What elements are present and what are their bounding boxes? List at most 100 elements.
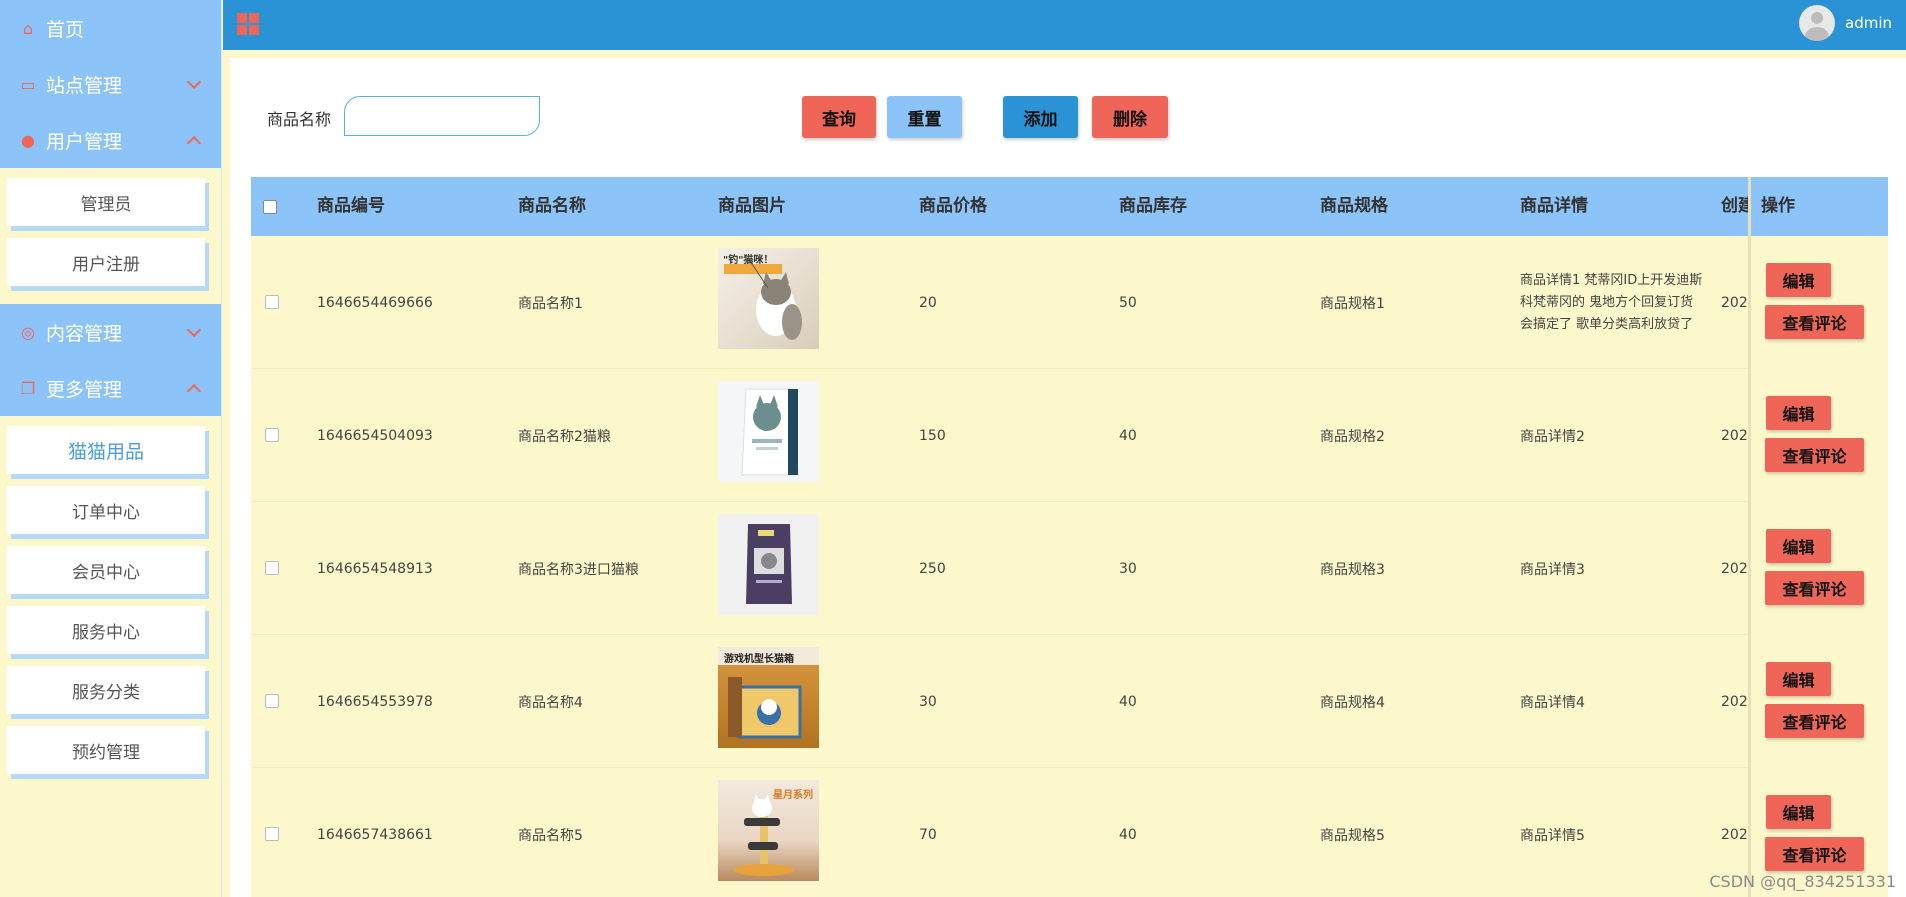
submenu-service-category[interactable]: 服务分类	[7, 666, 205, 714]
cell-spec: 商品规格5	[1320, 827, 1385, 844]
delete-button[interactable]: 删除	[1092, 96, 1168, 138]
edit-button[interactable]: 编辑	[1766, 795, 1831, 829]
menu-content-management[interactable]: ◎ 内容管理	[0, 304, 221, 360]
menu-user-management[interactable]: ● 用户管理	[0, 112, 221, 168]
home-icon: ⌂	[22, 18, 34, 38]
cell-stock: 40	[1119, 826, 1137, 843]
search-label: 商品名称	[267, 110, 332, 129]
cell-id: 1646654553978	[317, 693, 433, 710]
cell-created: 2022-0	[1721, 294, 1751, 311]
sidebar: ⌂ 首页 ▭ 站点管理 ● 用户管理 管理员 用户注册 ◎ 内容管理 ❐ 更多管…	[0, 0, 222, 897]
menu-user-label: 用户管理	[46, 130, 123, 153]
header-product-image: 商品图片	[718, 196, 786, 216]
username: admin	[1845, 14, 1892, 32]
edit-button[interactable]: 编辑	[1766, 529, 1831, 563]
cell-stock: 40	[1119, 427, 1137, 444]
edit-button[interactable]: 编辑	[1766, 662, 1831, 696]
submenu-admin[interactable]: 管理员	[7, 178, 205, 226]
cell-price: 250	[919, 560, 946, 577]
query-button[interactable]: 查询	[802, 96, 876, 138]
chevron-down-icon	[186, 74, 202, 90]
cat-house-image: 游戏机型长猫箱	[718, 647, 819, 748]
cell-id: 1646657438661	[317, 826, 433, 843]
cell-id: 1646654469666	[317, 294, 433, 311]
top-bar: admin	[223, 0, 1906, 50]
menu-home[interactable]: ⌂ 首页	[0, 0, 221, 56]
cell-name: 商品名称1	[518, 295, 583, 312]
header-product-spec[interactable]: 商品规格	[1320, 177, 1388, 236]
chevron-up-icon	[186, 135, 202, 151]
chevron-up-icon	[186, 383, 202, 399]
header-actions: 操作	[1751, 177, 1888, 236]
cell-id: 1646654548913	[317, 560, 433, 577]
header-created-time[interactable]: 创建时	[1721, 177, 1751, 236]
header-product-name[interactable]: 商品名称	[518, 177, 586, 236]
cell-id: 1646654504093	[317, 427, 433, 444]
cell-spec: 商品规格4	[1320, 694, 1385, 711]
select-all-checkbox[interactable]	[263, 200, 277, 214]
cell-stock: 40	[1119, 693, 1137, 710]
submenu-member-center[interactable]: 会员中心	[7, 546, 205, 594]
search-input[interactable]	[344, 96, 540, 136]
view-comments-button[interactable]: 查看评论	[1765, 438, 1864, 472]
row-checkbox[interactable]	[265, 694, 279, 708]
cell-detail: 商品详情3	[1520, 561, 1585, 578]
avatar[interactable]	[1799, 5, 1835, 41]
add-button[interactable]: 添加	[1003, 96, 1078, 138]
table-row: 1646654504093 商品名称2猫粮 150 40 商品规格2 商品详情2…	[251, 369, 1888, 502]
image-caption: 星月系列	[773, 790, 813, 801]
edit-button[interactable]: 编辑	[1766, 263, 1831, 297]
cat-tree-image: 星月系列	[718, 780, 819, 881]
cat-toy-image: "钓"猫咪！	[718, 248, 819, 349]
header-product-price[interactable]: 商品价格	[919, 177, 987, 236]
view-comments-button[interactable]: 查看评论	[1765, 837, 1864, 871]
user-info[interactable]: admin	[1799, 5, 1892, 41]
cell-detail: 商品详情1 梵蒂冈ID上开发迪斯科梵蒂冈的 鬼地方个回复订货会搞定了 歌单分类高…	[1520, 272, 1703, 332]
edit-button[interactable]: 编辑	[1766, 396, 1831, 430]
row-checkbox[interactable]	[265, 428, 279, 442]
user-submenu: 管理员 用户注册	[0, 168, 221, 304]
imported-cat-food-image	[718, 514, 819, 615]
cell-detail: 商品详情5	[1520, 827, 1585, 844]
chat-icon: ◎	[21, 322, 35, 342]
header-product-detail[interactable]: 商品详情	[1520, 177, 1588, 236]
table-row: 1646654553978 商品名称4 游戏机型长猫箱 30 40 商品规格4 …	[251, 635, 1888, 768]
reset-button[interactable]: 重置	[887, 96, 962, 138]
product-table: 商品编号 商品名称 商品图片 商品价格 商品库存 商品规格 商品详情 创建时 1…	[251, 177, 1888, 897]
table-header: 商品编号 商品名称 商品图片 商品价格 商品库存 商品规格 商品详情 创建时	[251, 177, 1888, 236]
cat-food-bag-image	[718, 381, 819, 482]
view-comments-button[interactable]: 查看评论	[1765, 571, 1864, 605]
menu-site-label: 站点管理	[46, 74, 123, 97]
row-checkbox[interactable]	[265, 561, 279, 575]
image-caption: 游戏机型长猫箱	[724, 654, 794, 665]
row-checkbox[interactable]	[265, 295, 279, 309]
menu-site-management[interactable]: ▭ 站点管理	[0, 56, 221, 112]
view-comments-button[interactable]: 查看评论	[1765, 704, 1864, 738]
menu-more-management[interactable]: ❐ 更多管理	[0, 360, 221, 416]
row-checkbox[interactable]	[265, 827, 279, 841]
view-comments-button[interactable]: 查看评论	[1765, 305, 1864, 339]
menu-home-label: 首页	[46, 18, 85, 41]
submenu-appointment[interactable]: 预约管理	[7, 726, 205, 774]
user-icon: ●	[21, 130, 35, 150]
submenu-order-center[interactable]: 订单中心	[7, 486, 205, 534]
cell-name: 商品名称2猫粮	[518, 428, 611, 445]
header-product-id[interactable]: 商品编号	[317, 177, 385, 236]
menu-more-label: 更多管理	[46, 378, 123, 401]
cell-price: 30	[919, 693, 937, 710]
cell-detail: 商品详情2	[1520, 428, 1585, 445]
cell-created: 2022-0	[1721, 560, 1751, 577]
action-column: 操作 编辑 查看评论 编辑 查看评论 编辑 查看评论 编辑 查看评论 编辑 查看…	[1748, 177, 1888, 897]
submenu-user-register[interactable]: 用户注册	[7, 238, 205, 286]
image-caption: "钓"猫咪！	[723, 255, 774, 266]
submenu-service-center[interactable]: 服务中心	[7, 606, 205, 654]
header-product-stock[interactable]: 商品库存	[1119, 177, 1187, 236]
cell-stock: 30	[1119, 560, 1137, 577]
grid-menu-icon[interactable]	[237, 13, 259, 35]
cell-created: 2022-0	[1721, 693, 1751, 710]
table-row: 1646654469666 商品名称1 "钓"猫咪！ 20 50 商品规格1 商…	[251, 236, 1888, 369]
main-content: 商品名称 查询 重置 添加 删除 商品编号 商品名称 商品图片 商品价格 商品库…	[230, 58, 1906, 897]
table-row: 1646654548913 商品名称3进口猫粮 250 30 商品规格3 商品详…	[251, 502, 1888, 635]
cell-name: 商品名称4	[518, 694, 583, 711]
submenu-cat-supplies[interactable]: 猫猫用品	[7, 426, 205, 474]
